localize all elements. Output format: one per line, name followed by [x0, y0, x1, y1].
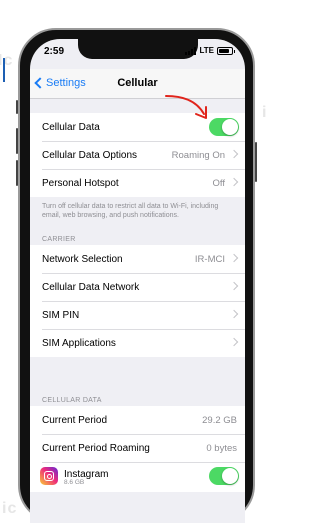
phone-side-button [16, 100, 18, 114]
phone-screen: 2:59 LTE Settings Cellular Cellular Data [30, 39, 245, 523]
page-title: Cellular [117, 77, 158, 89]
cellular-footnote: Turn off cellular data to restrict all d… [42, 203, 219, 219]
cellular-data-options-label: Cellular Data Options [42, 149, 138, 161]
cellular-data-options-row[interactable]: Cellular Data Options Roaming On [30, 141, 245, 169]
current-period-value: 29.2 GB [202, 414, 237, 426]
current-period-roaming-row: Current Period Roaming 0 bytes [30, 434, 245, 462]
instagram-data-toggle[interactable] [209, 467, 239, 485]
sim-applications-label: SIM Applications [42, 337, 116, 349]
cellular-data-label: Cellular Data [42, 121, 100, 133]
watermark-footer: ic [2, 500, 18, 517]
app-name: Instagram [64, 468, 109, 480]
sim-pin-row[interactable]: SIM PIN [30, 301, 245, 329]
network-selection-label: Network Selection [42, 253, 123, 265]
network-selection-value: IR-MCI [194, 253, 225, 265]
battery-icon [217, 46, 235, 55]
chevron-right-icon [229, 309, 239, 319]
cellular-data-row: Cellular Data [30, 113, 245, 141]
navigation-bar: Settings Cellular [30, 69, 245, 99]
current-period-roaming-label: Current Period Roaming [42, 442, 150, 454]
chevron-right-icon [229, 253, 239, 263]
status-time: 2:59 [44, 46, 65, 57]
app-row-instagram: Instagram 8.6 GB [30, 462, 245, 492]
status-right: LTE [185, 46, 235, 55]
carrier-group: Network Selection IR-MCI Cellular Data N… [30, 245, 245, 357]
status-bar: 2:59 LTE [30, 46, 245, 60]
background-accent-bar [3, 58, 5, 82]
app-usage: 8.6 GB [64, 479, 85, 486]
sim-pin-label: SIM PIN [42, 309, 80, 321]
current-period-row: Current Period 29.2 GB [30, 406, 245, 434]
current-period-label: Current Period [42, 414, 108, 426]
instagram-icon [40, 467, 58, 485]
carrier-section-header: CARRIER [42, 236, 76, 243]
chevron-right-icon [229, 281, 239, 291]
chevron-right-icon [229, 337, 239, 347]
network-selection-row[interactable]: Network Selection IR-MCI [30, 245, 245, 273]
chevron-right-icon [229, 177, 239, 187]
cellular-group: Cellular Data Cellular Data Options Roam… [30, 113, 245, 197]
chevron-right-icon [229, 149, 239, 159]
watermark-right: i [262, 104, 268, 121]
cellular-data-network-label: Cellular Data Network [42, 281, 140, 293]
cellular-data-network-row[interactable]: Cellular Data Network [30, 273, 245, 301]
current-period-roaming-value: 0 bytes [206, 442, 237, 454]
phone-volume-down [16, 160, 18, 186]
cellular-data-toggle[interactable] [209, 118, 239, 136]
phone-volume-up [16, 128, 18, 154]
cellular-data-options-value: Roaming On [171, 149, 225, 161]
usage-group: Current Period 29.2 GB Current Period Ro… [30, 406, 245, 492]
watermark-left: Ic [0, 52, 14, 69]
phone-power-button [255, 142, 257, 182]
personal-hotspot-value: Off [212, 177, 226, 189]
sim-applications-row[interactable]: SIM Applications [30, 329, 245, 357]
phone-frame: 2:59 LTE Settings Cellular Cellular Data [16, 28, 257, 523]
carrier-label: LTE [199, 46, 214, 55]
personal-hotspot-row[interactable]: Personal Hotspot Off [30, 169, 245, 197]
cellular-data-section-header: CELLULAR DATA [42, 397, 102, 404]
signal-icon [185, 46, 197, 55]
personal-hotspot-label: Personal Hotspot [42, 177, 119, 189]
